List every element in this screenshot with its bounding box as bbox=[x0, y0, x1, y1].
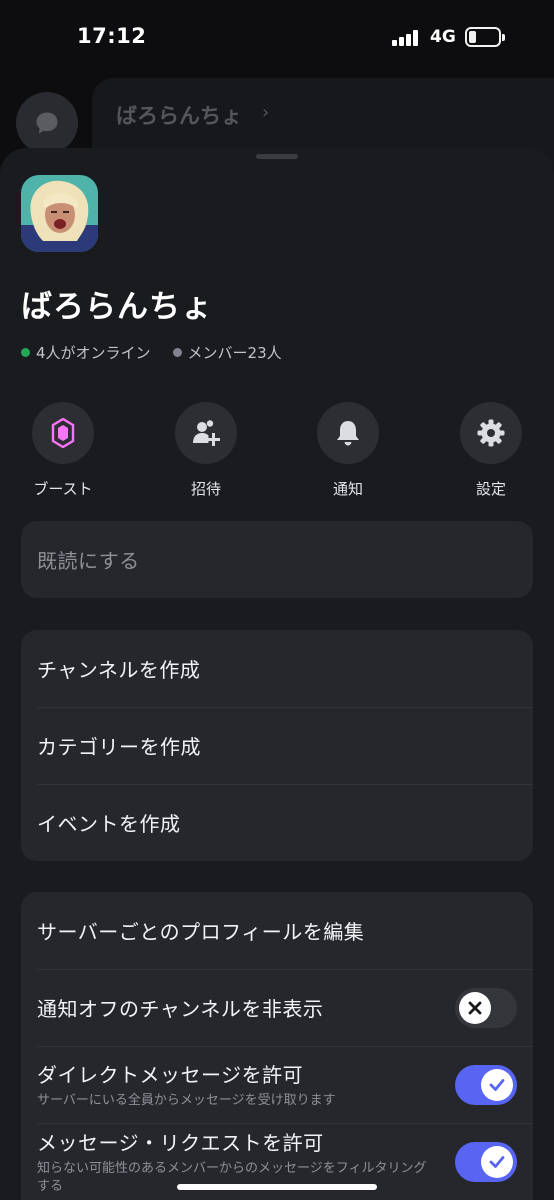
server-menu-sheet: ばろらんちょ 4人がオンライン メンバー23人 ブースト 招待 通知 設定 既読… bbox=[0, 148, 554, 1200]
settings-label: 設定 bbox=[475, 480, 506, 498]
create-event-button[interactable]: イベントを作成 bbox=[21, 784, 533, 861]
allow-message-requests-description: 知らない可能性のあるメンバーからのメッセージをフィルタリングする bbox=[37, 1161, 427, 1194]
allow-dm-toggle[interactable] bbox=[455, 1065, 517, 1105]
edit-server-profile-label: サーバーごとのプロフィールを編集 bbox=[37, 920, 365, 944]
edit-server-profile-button[interactable]: サーバーごとのプロフィールを編集 bbox=[21, 892, 533, 969]
notifications-button[interactable]: 通知 bbox=[298, 402, 398, 499]
member-count: メンバー23人 bbox=[172, 342, 282, 363]
create-event-label: イベントを作成 bbox=[37, 812, 181, 836]
create-category-label: カテゴリーを作成 bbox=[37, 735, 201, 759]
sheet-grabber[interactable] bbox=[256, 154, 298, 159]
online-dot-icon bbox=[21, 348, 30, 357]
chevron-right-icon: › bbox=[262, 102, 270, 123]
mark-read-card: 既読にする bbox=[21, 521, 533, 598]
mark-read-button[interactable]: 既読にする bbox=[21, 521, 533, 598]
settings-menu-card: サーバーごとのプロフィールを編集 通知オフのチャンネルを非表示 ダイレクトメッセ… bbox=[21, 892, 533, 1200]
hide-muted-channels-label: 通知オフのチャンネルを非表示 bbox=[37, 997, 324, 1021]
gear-icon bbox=[477, 419, 505, 447]
bell-icon bbox=[337, 421, 359, 446]
network-label: 4G bbox=[430, 27, 456, 47]
online-count-text: 4人がオンライン bbox=[36, 344, 151, 362]
allow-message-requests-toggle[interactable] bbox=[455, 1142, 517, 1182]
home-indicator[interactable] bbox=[177, 1184, 377, 1190]
server-stats: 4人がオンライン メンバー23人 bbox=[21, 342, 304, 363]
create-channel-label: チャンネルを作成 bbox=[37, 658, 201, 682]
invite-button[interactable]: 招待 bbox=[156, 402, 256, 499]
member-dot-icon bbox=[172, 348, 182, 357]
direct-messages-button bbox=[16, 92, 78, 154]
boost-button[interactable]: ブースト bbox=[13, 402, 113, 499]
battery-icon bbox=[465, 27, 505, 47]
chat-bubble-icon bbox=[36, 112, 58, 134]
check-icon bbox=[489, 1079, 505, 1091]
check-icon bbox=[489, 1156, 505, 1168]
status-time: 17:12 bbox=[77, 24, 147, 48]
create-menu-card: チャンネルを作成 カテゴリーを作成 イベントを作成 bbox=[21, 630, 533, 861]
hide-muted-channels-row: 通知オフのチャンネルを非表示 bbox=[21, 969, 533, 1046]
create-category-button[interactable]: カテゴリーを作成 bbox=[21, 707, 533, 784]
create-channel-button[interactable]: チャンネルを作成 bbox=[21, 630, 533, 707]
online-count: 4人がオンライン bbox=[21, 342, 151, 363]
signal-icon bbox=[392, 30, 422, 46]
mark-read-label: 既読にする bbox=[37, 549, 140, 573]
boost-icon bbox=[51, 418, 75, 448]
add-user-icon bbox=[193, 420, 220, 446]
boost-label: ブースト bbox=[33, 480, 93, 498]
member-count-text: メンバー23人 bbox=[187, 344, 282, 362]
server-icon bbox=[21, 175, 98, 252]
status-bar: 17:12 4G bbox=[0, 0, 554, 78]
allow-message-requests-label: メッセージ・リクエストを許可 bbox=[37, 1131, 324, 1156]
close-icon bbox=[468, 1001, 482, 1015]
notifications-label: 通知 bbox=[332, 480, 363, 498]
hide-muted-channels-toggle[interactable] bbox=[455, 988, 517, 1028]
allow-dm-label: ダイレクトメッセージを許可 bbox=[37, 1063, 304, 1088]
allow-dm-description: サーバーにいる全員からメッセージを受け取ります bbox=[37, 1093, 336, 1109]
server-name: ばろらんちょ bbox=[21, 289, 213, 325]
quick-actions: ブースト 招待 通知 設定 bbox=[0, 402, 554, 502]
allow-dm-row: ダイレクトメッセージを許可 サーバーにいる全員からメッセージを受け取ります bbox=[21, 1046, 533, 1123]
background-server-name: ばろらんちょ bbox=[116, 104, 242, 128]
invite-label: 招待 bbox=[190, 480, 221, 498]
settings-button[interactable]: 設定 bbox=[441, 402, 541, 499]
